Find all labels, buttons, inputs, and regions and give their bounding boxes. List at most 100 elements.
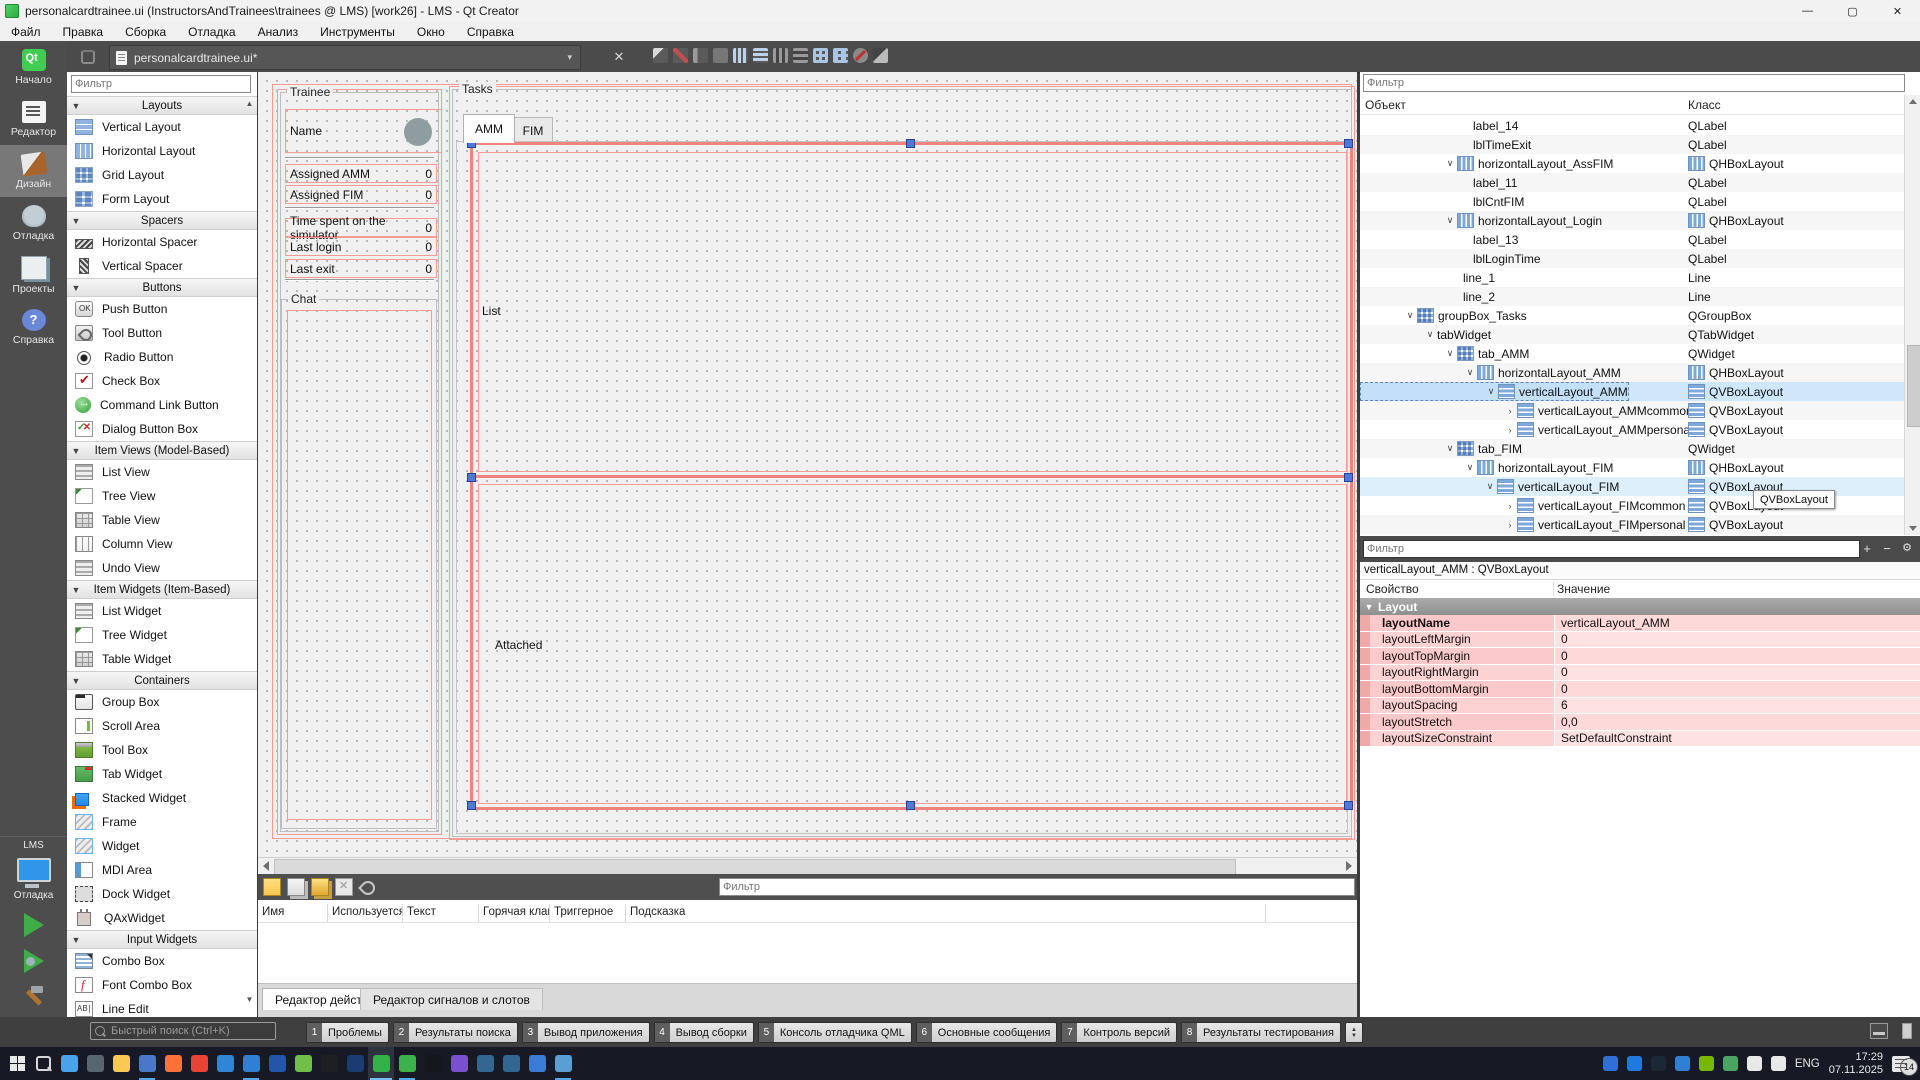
tree-row-verticalLayout_AMM[interactable]: ∨verticalLayout_AMMQVBoxLayout (1360, 382, 1904, 401)
defender-icon[interactable] (1723, 1056, 1738, 1071)
document-selector[interactable]: personalcardtrainee.ui* ▾ (109, 45, 581, 70)
separator-line[interactable] (285, 157, 434, 159)
selection-handle[interactable] (1344, 139, 1353, 148)
edit-signals-icon[interactable] (673, 48, 688, 63)
widgetbox-item-column-view[interactable]: Column View (67, 532, 257, 556)
selection-handle[interactable] (467, 801, 476, 810)
name-row[interactable]: Name (285, 109, 442, 153)
q-app-icon[interactable] (238, 1047, 264, 1080)
notifications-icon[interactable]: 14 (1892, 1056, 1910, 1072)
widgetbox-item-widget[interactable]: Widget (67, 834, 257, 858)
chevron-right-icon[interactable]: › (1503, 501, 1517, 511)
steam-icon[interactable] (1651, 1056, 1666, 1071)
chevron-right-icon[interactable]: › (1503, 425, 1517, 435)
panel-button-контроль-версий[interactable]: 7Контроль версий (1061, 1022, 1177, 1043)
start-icon[interactable] (4, 1047, 30, 1080)
property-filter-input[interactable] (1363, 540, 1860, 558)
tree-row-verticalLayout_FIMpersonal[interactable]: ›verticalLayout_FIMpersonalQVBoxLayout (1360, 515, 1904, 534)
minimize-button[interactable]: — (1785, 0, 1830, 22)
postgres2-icon[interactable] (498, 1047, 524, 1080)
adjust-size-icon[interactable] (873, 48, 888, 63)
kit-selector[interactable]: LMS Отладка (0, 836, 67, 1007)
action-column-текст[interactable]: Текст (403, 904, 479, 922)
mode-Редактор[interactable]: Редактор (0, 93, 67, 145)
action-column-горячая-клавиш[interactable]: Горячая клавиш (479, 904, 550, 922)
pc-shield-icon[interactable] (524, 1047, 550, 1080)
menu-Отладка[interactable]: Отладка (177, 22, 246, 41)
tab-fim[interactable]: FIM (513, 117, 553, 143)
tab-signals-slots-editor[interactable]: Редактор сигналов и слотов (360, 988, 543, 1010)
window-app-icon[interactable] (550, 1047, 576, 1080)
tree-row-tabWidget[interactable]: ∨tabWidgetQTabWidget (1360, 325, 1904, 344)
scroll-up-icon[interactable] (1909, 99, 1917, 104)
scrollbar-thumb[interactable] (1907, 345, 1920, 427)
postgres-icon[interactable] (472, 1047, 498, 1080)
chrome-icon[interactable] (186, 1047, 212, 1080)
panel-button-проблемы[interactable]: 1Проблемы (306, 1022, 389, 1043)
widgetbox-item-line-edit[interactable]: Line Edit (67, 997, 257, 1017)
scroll-right-icon[interactable] (1346, 861, 1352, 871)
widgetbox-item-group-box[interactable]: Group Box (67, 690, 257, 714)
widgetbox-item-font-combo-box[interactable]: Font Combo Box (67, 973, 257, 997)
widgetbox-item-stacked-widget[interactable]: Stacked Widget (67, 786, 257, 810)
trainee-groupbox-title[interactable]: Trainee (287, 85, 333, 99)
selection-handle[interactable] (1344, 801, 1353, 810)
tree-row-lblLoginTime[interactable]: lblLoginTimeQLabel (1360, 249, 1904, 268)
property-value[interactable]: SetDefaultConstraint (1555, 731, 1920, 747)
selection-handle[interactable] (906, 139, 915, 148)
close-document-button[interactable]: ✕ (607, 45, 631, 68)
tree-row-line_1[interactable]: line_1Line (1360, 268, 1904, 287)
widgetbox-item-form-layout[interactable]: Form Layout (67, 187, 257, 211)
clock[interactable]: 17:29 07.11.2025 (1829, 1051, 1883, 1077)
form-editor-canvas[interactable]: Trainee Name Assigned AMM0Assigned FIM0T… (258, 72, 1357, 857)
widgetbox-item-tab-widget[interactable]: Tab Widget (67, 762, 257, 786)
chat-groupbox-title[interactable]: Chat (288, 292, 319, 306)
tree-row-line_2[interactable]: line_2Line (1360, 287, 1904, 306)
powershell-icon[interactable] (342, 1047, 368, 1080)
separator-line[interactable] (285, 279, 434, 281)
maximize-button[interactable]: ▢ (1830, 0, 1875, 22)
build-button[interactable] (23, 985, 45, 1007)
property-value[interactable]: 0 (1555, 665, 1920, 681)
tree-row-verticalLayout_AMMpersonal[interactable]: ›verticalLayout_AMMpersonalQVBoxLayout (1360, 420, 1904, 439)
property-value[interactable]: 0 (1555, 681, 1920, 697)
nvidia-icon[interactable] (1699, 1056, 1714, 1071)
widgetbox-item-vertical-layout[interactable]: Vertical Layout (67, 115, 257, 139)
tasks-groupbox-title[interactable]: Tasks (459, 82, 496, 96)
widgetbox-section-Input Widgets[interactable]: ▼Input Widgets (67, 930, 257, 949)
widgetbox-section-Spacers[interactable]: ▼Spacers (67, 211, 257, 230)
menu-Файл[interactable]: Файл (0, 22, 52, 41)
clone-action-icon[interactable] (311, 878, 329, 896)
selection-handle[interactable] (906, 801, 915, 810)
widgetbox-item-undo-view[interactable]: Undo View (67, 556, 257, 580)
panel-button-вывод-приложения[interactable]: 3Вывод приложения (522, 1022, 650, 1043)
delete-action-icon[interactable] (335, 878, 353, 896)
configure-property-icon[interactable]: ⚙ (1898, 540, 1916, 558)
name-label[interactable]: Name (290, 124, 322, 138)
widgetbox-item-dialog-button-box[interactable]: Dialog Button Box (67, 417, 257, 441)
edit-buddies-icon[interactable] (693, 48, 708, 63)
widgetbox-item-horizontal-spacer[interactable]: Horizontal Spacer (67, 230, 257, 254)
menu-Справка[interactable]: Справка (456, 22, 525, 41)
avatar[interactable] (404, 118, 432, 146)
chevron-down-icon[interactable]: ∨ (1463, 462, 1477, 473)
separator-line[interactable] (285, 207, 434, 209)
chevron-down-icon[interactable]: ∨ (1463, 367, 1477, 378)
mode-Отладка[interactable]: Отладка (0, 197, 67, 249)
b-app-icon[interactable] (264, 1047, 290, 1080)
configure-actions-icon[interactable] (359, 879, 375, 895)
trainee-row-last-exit[interactable]: Last exit0 (285, 259, 437, 278)
widgetbox-item-combo-box[interactable]: Combo Box (67, 949, 257, 973)
mode-Начало[interactable]: Начало (0, 41, 67, 93)
property-value[interactable]: 0 (1555, 648, 1920, 664)
action-filter-input[interactable] (719, 878, 1355, 896)
menu-Инструменты[interactable]: Инструменты (309, 22, 406, 41)
selection-handle[interactable] (1344, 473, 1353, 482)
widgetbox-item-qaxwidget[interactable]: QAxWidget (67, 906, 257, 930)
bluetooth-icon[interactable] (1627, 1056, 1642, 1071)
new-action-icon[interactable] (263, 878, 281, 896)
scroll-up-icon[interactable]: ▲ (244, 98, 255, 109)
chevron-right-icon[interactable]: › (1503, 406, 1517, 416)
inspector-column-header[interactable]: Объект Класс (1360, 96, 1904, 115)
obsidian-icon[interactable] (446, 1047, 472, 1080)
